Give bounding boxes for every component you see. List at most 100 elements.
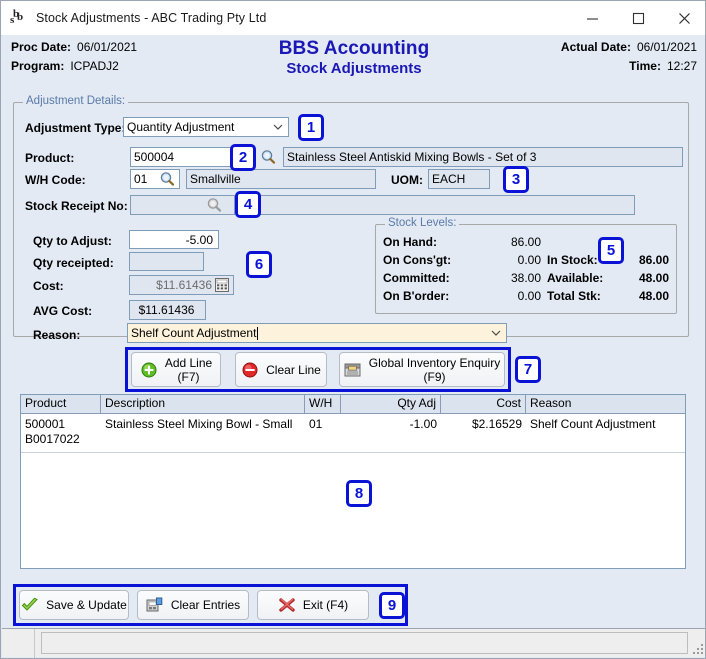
add-line-label: Add Line [164, 355, 213, 370]
qty-receipted-input[interactable] [129, 252, 204, 271]
cell-reason: Shelf Count Adjustment [530, 417, 656, 431]
adjustment-type-value: Quantity Adjustment [127, 120, 235, 134]
chevron-down-icon [272, 123, 284, 131]
stock-label2-2: Available: [547, 271, 604, 285]
table-row-continuation[interactable]: B0017022 [21, 431, 685, 446]
title-bar: bsb Stock Adjustments - ABC Trading Pty … [1, 1, 705, 36]
save-update-button[interactable]: Save & Update [19, 590, 129, 620]
stock-level-row: Committed: 38.00 Available: 48.00 [383, 269, 669, 287]
column-header-wh[interactable]: W/H [305, 395, 341, 413]
resize-grip-icon[interactable] [691, 642, 703, 654]
exit-button[interactable]: Exit (F4) [257, 590, 369, 620]
column-header-qty-adj[interactable]: Qty Adj [341, 395, 441, 413]
clear-line-label: Clear Line [266, 362, 321, 377]
clear-entries-label: Clear Entries [170, 598, 241, 612]
stock-level-row: On B'order: 0.00 Total Stk: 48.00 [383, 287, 669, 305]
stock-label-1: On Cons'gt: [383, 253, 452, 267]
avg-cost-value: $11.61436 [138, 303, 195, 317]
stock-label2-3: Total Stk: [547, 289, 601, 303]
stock-receipt-search-icon[interactable] [206, 197, 223, 213]
header-band: Proc Date: 06/01/2021 Program: ICPADJ2 B… [2, 35, 705, 90]
table-row[interactable]: 500001 Stainless Steel Mixing Bowl - Sma… [21, 416, 685, 431]
clear-entries-icon [146, 596, 164, 614]
product-description-display: Stainless Steel Antiskid Mixing Bowls - … [283, 147, 683, 167]
add-circle-icon [140, 361, 158, 379]
stock-value2-3: 48.00 [638, 289, 669, 303]
stock-value-1: 0.00 [517, 253, 541, 267]
time-value: 12:27 [666, 59, 697, 73]
callout-badge-4: 4 [235, 191, 261, 218]
uom-display: EACH [428, 169, 490, 189]
status-bar [2, 628, 705, 658]
add-line-text: Add Line (F7) [165, 356, 212, 384]
global-enquiry-shortcut: (F9) [423, 369, 446, 384]
qty-to-adjust-label: Qty to Adjust: [33, 234, 112, 248]
callout-badge-7: 7 [515, 356, 541, 383]
close-button[interactable] [661, 1, 705, 35]
stock-level-row: On Cons'gt: 0.00 In Stock: 86.00 [383, 251, 669, 269]
column-header-product[interactable]: Product [21, 395, 101, 413]
stock-levels-table: On Hand: 86.00 On Cons'gt: 0.00 In Stock… [383, 233, 669, 305]
product-description-value: Stainless Steel Antiskid Mixing Bowls - … [287, 150, 537, 164]
product-code-value: 500004 [134, 150, 175, 164]
time-row: Time: 12:27 [561, 59, 697, 73]
callout-badge-8: 8 [346, 480, 372, 507]
wh-name-display: Smallville [186, 169, 376, 189]
stock-value-3: 0.00 [517, 289, 541, 303]
actual-date-label: Actual Date: [560, 40, 631, 54]
check-mark-icon [21, 596, 39, 614]
stock-value2-2: 48.00 [638, 271, 669, 285]
minimize-button[interactable] [569, 1, 615, 35]
clear-entries-button[interactable]: Clear Entries [137, 590, 249, 620]
global-enquiry-label: Global Inventory Enquiry [368, 355, 501, 370]
clear-line-button[interactable]: Clear Line [235, 352, 327, 387]
exit-label: Exit (F4) [302, 598, 349, 612]
cost-label: Cost: [33, 279, 64, 293]
cell-description: Stainless Steel Mixing Bowl - Small [105, 417, 293, 431]
add-line-button[interactable]: Add Line (F7) [131, 352, 221, 387]
column-header-description[interactable]: Description [101, 395, 305, 413]
uom-value: EACH [432, 172, 466, 186]
reason-chevron-down-icon [490, 329, 502, 337]
grid-header-row: Product Description W/H Qty Adj Cost Rea… [21, 395, 685, 414]
adjustment-type-select[interactable]: Quantity Adjustment [123, 117, 289, 137]
stock-receipt-description-display [239, 195, 635, 215]
reason-value: Shelf Count Adjustment [131, 326, 257, 340]
stock-label-0: On Hand: [383, 235, 437, 249]
status-bar-message-panel [41, 632, 688, 654]
callout-badge-1: 1 [298, 114, 324, 141]
qty-to-adjust-value: -5.00 [185, 232, 213, 247]
row-divider [21, 452, 685, 453]
maximize-button[interactable] [615, 1, 661, 35]
callout-badge-6: 6 [246, 251, 272, 278]
global-inventory-enquiry-button[interactable]: Global Inventory Enquiry (F9) [339, 352, 505, 387]
stock-receipt-label: Stock Receipt No: [25, 199, 128, 213]
time-label: Time: [629, 59, 661, 73]
reason-combobox[interactable]: Shelf Count Adjustment [127, 323, 507, 343]
stock-level-row: On Hand: 86.00 [383, 233, 669, 251]
stock-label-2: Committed: [383, 271, 450, 285]
save-update-label: Save & Update [46, 598, 127, 612]
status-bar-cell-left [2, 628, 35, 658]
product-label: Product: [25, 151, 75, 165]
cell-wh: 01 [309, 417, 323, 431]
stock-value-0: 86.00 [510, 235, 541, 249]
global-enquiry-text: Global Inventory Enquiry (F9) [369, 356, 500, 384]
cell-product-line2: B0017022 [25, 432, 80, 446]
remove-circle-icon [241, 361, 259, 379]
reason-label: Reason: [33, 328, 81, 342]
stock-value-2: 38.00 [510, 271, 541, 285]
product-search-icon[interactable] [260, 149, 277, 165]
stock-label-3: On B'order: [383, 289, 450, 303]
actual-date-row: Actual Date: 06/01/2021 [561, 40, 697, 54]
callout-badge-9: 9 [379, 592, 405, 619]
cell-cost: $2.16529 [471, 417, 522, 431]
qty-to-adjust-input[interactable]: -5.00 [129, 230, 219, 249]
text-caret [257, 326, 259, 340]
header-right: Actual Date: 06/01/2021 Time: 12:27 [561, 40, 697, 78]
cell-qty-adj: -1.00 [409, 417, 437, 431]
column-header-reason[interactable]: Reason [526, 395, 685, 413]
wh-code-search-icon[interactable] [159, 171, 176, 187]
column-header-cost[interactable]: Cost [441, 395, 526, 413]
calculator-icon[interactable] [215, 278, 229, 292]
